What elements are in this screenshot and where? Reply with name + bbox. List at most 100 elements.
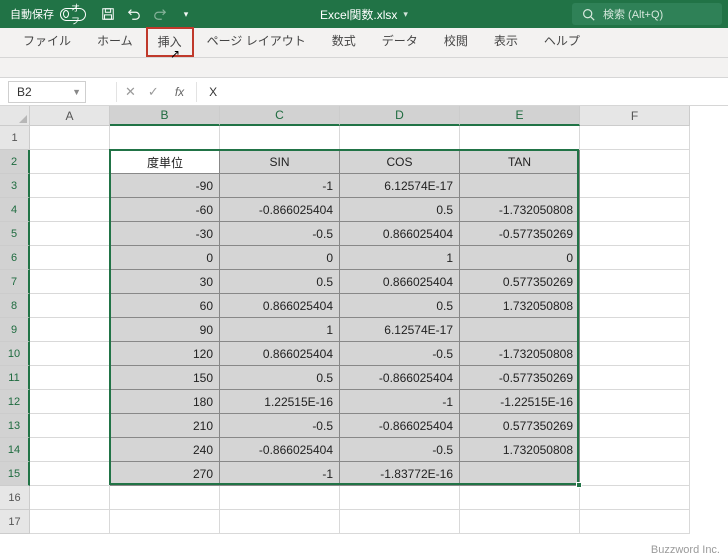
row-header-16[interactable]: 16: [0, 486, 30, 510]
cell-C3[interactable]: -1: [220, 174, 340, 198]
cell-C13[interactable]: -0.5: [220, 414, 340, 438]
cell-C6[interactable]: 0: [220, 246, 340, 270]
cell-D2[interactable]: COS: [340, 150, 460, 174]
cell-E2[interactable]: TAN: [460, 150, 580, 174]
fill-handle[interactable]: [576, 482, 582, 488]
cell-A2[interactable]: [30, 150, 110, 174]
row-header-13[interactable]: 13: [0, 414, 30, 438]
cell-B16[interactable]: [110, 486, 220, 510]
cell-C4[interactable]: -0.866025404: [220, 198, 340, 222]
cell-E14[interactable]: 1.732050808: [460, 438, 580, 462]
cell-D8[interactable]: 0.5: [340, 294, 460, 318]
column-header-C[interactable]: C: [220, 106, 340, 126]
cell-C2[interactable]: SIN: [220, 150, 340, 174]
cell-A1[interactable]: [30, 126, 110, 150]
tab-データ[interactable]: データ: [369, 25, 431, 57]
cell-F9[interactable]: [580, 318, 690, 342]
cell-A14[interactable]: [30, 438, 110, 462]
select-all-triangle[interactable]: [0, 106, 30, 126]
cell-F12[interactable]: [580, 390, 690, 414]
cell-E17[interactable]: [460, 510, 580, 534]
tab-挿入[interactable]: 挿入↖: [146, 27, 194, 57]
cell-C1[interactable]: [220, 126, 340, 150]
cell-A7[interactable]: [30, 270, 110, 294]
row-header-2[interactable]: 2: [0, 150, 30, 174]
cell-D13[interactable]: -0.866025404: [340, 414, 460, 438]
cell-B2[interactable]: 度単位: [110, 150, 220, 174]
cell-D7[interactable]: 0.866025404: [340, 270, 460, 294]
cell-E12[interactable]: -1.22515E-16: [460, 390, 580, 414]
cell-B6[interactable]: 0: [110, 246, 220, 270]
cell-E9[interactable]: [460, 318, 580, 342]
cell-A12[interactable]: [30, 390, 110, 414]
cell-D17[interactable]: [340, 510, 460, 534]
cell-C5[interactable]: -0.5: [220, 222, 340, 246]
cell-E16[interactable]: [460, 486, 580, 510]
cell-B5[interactable]: -30: [110, 222, 220, 246]
cell-C17[interactable]: [220, 510, 340, 534]
tab-ヘルプ[interactable]: ヘルプ: [531, 25, 593, 57]
cell-B12[interactable]: 180: [110, 390, 220, 414]
tab-ホーム[interactable]: ホーム: [84, 25, 146, 57]
cell-C9[interactable]: 1: [220, 318, 340, 342]
cell-E6[interactable]: 0: [460, 246, 580, 270]
cell-D3[interactable]: 6.12574E-17: [340, 174, 460, 198]
cell-B7[interactable]: 30: [110, 270, 220, 294]
cell-B8[interactable]: 60: [110, 294, 220, 318]
cell-F14[interactable]: [580, 438, 690, 462]
column-header-E[interactable]: E: [460, 106, 580, 126]
row-header-15[interactable]: 15: [0, 462, 30, 486]
cancel-icon[interactable]: ✕: [125, 84, 136, 100]
row-header-9[interactable]: 9: [0, 318, 30, 342]
cell-F6[interactable]: [580, 246, 690, 270]
cell-E13[interactable]: 0.577350269: [460, 414, 580, 438]
cell-F5[interactable]: [580, 222, 690, 246]
cell-E15[interactable]: [460, 462, 580, 486]
cell-E4[interactable]: -1.732050808: [460, 198, 580, 222]
cell-A13[interactable]: [30, 414, 110, 438]
row-header-3[interactable]: 3: [0, 174, 30, 198]
cell-A9[interactable]: [30, 318, 110, 342]
cell-F15[interactable]: [580, 462, 690, 486]
cell-C12[interactable]: 1.22515E-16: [220, 390, 340, 414]
cell-F10[interactable]: [580, 342, 690, 366]
column-header-B[interactable]: B: [110, 106, 220, 126]
search-input[interactable]: 検索 (Alt+Q): [572, 3, 722, 25]
row-header-6[interactable]: 6: [0, 246, 30, 270]
column-header-A[interactable]: A: [30, 106, 110, 126]
cell-D1[interactable]: [340, 126, 460, 150]
cell-B10[interactable]: 120: [110, 342, 220, 366]
row-header-4[interactable]: 4: [0, 198, 30, 222]
cell-B15[interactable]: 270: [110, 462, 220, 486]
cell-B3[interactable]: -90: [110, 174, 220, 198]
cell-D10[interactable]: -0.5: [340, 342, 460, 366]
cell-E10[interactable]: -1.732050808: [460, 342, 580, 366]
cell-C16[interactable]: [220, 486, 340, 510]
cell-A15[interactable]: [30, 462, 110, 486]
row-header-5[interactable]: 5: [0, 222, 30, 246]
cell-F3[interactable]: [580, 174, 690, 198]
cell-E3[interactable]: [460, 174, 580, 198]
tab-ファイル[interactable]: ファイル: [10, 25, 84, 57]
row-header-17[interactable]: 17: [0, 510, 30, 534]
cell-D11[interactable]: -0.866025404: [340, 366, 460, 390]
row-header-7[interactable]: 7: [0, 270, 30, 294]
cell-A8[interactable]: [30, 294, 110, 318]
tab-表示[interactable]: 表示: [481, 25, 531, 57]
tab-数式[interactable]: 数式: [319, 25, 369, 57]
autosave-toggle[interactable]: 自動保存 オフ: [0, 6, 94, 22]
cell-D14[interactable]: -0.5: [340, 438, 460, 462]
cell-F17[interactable]: [580, 510, 690, 534]
redo-icon[interactable]: [152, 6, 168, 22]
cell-B14[interactable]: 240: [110, 438, 220, 462]
row-header-1[interactable]: 1: [0, 126, 30, 150]
qat-customize-icon[interactable]: ▾: [178, 6, 194, 22]
cell-E5[interactable]: -0.577350269: [460, 222, 580, 246]
cell-B4[interactable]: -60: [110, 198, 220, 222]
formula-input[interactable]: X: [199, 85, 728, 99]
document-title[interactable]: Excel関数.xlsx ▾: [320, 6, 408, 23]
tab-校閲[interactable]: 校閲: [431, 25, 481, 57]
row-header-8[interactable]: 8: [0, 294, 30, 318]
cell-F1[interactable]: [580, 126, 690, 150]
row-header-14[interactable]: 14: [0, 438, 30, 462]
